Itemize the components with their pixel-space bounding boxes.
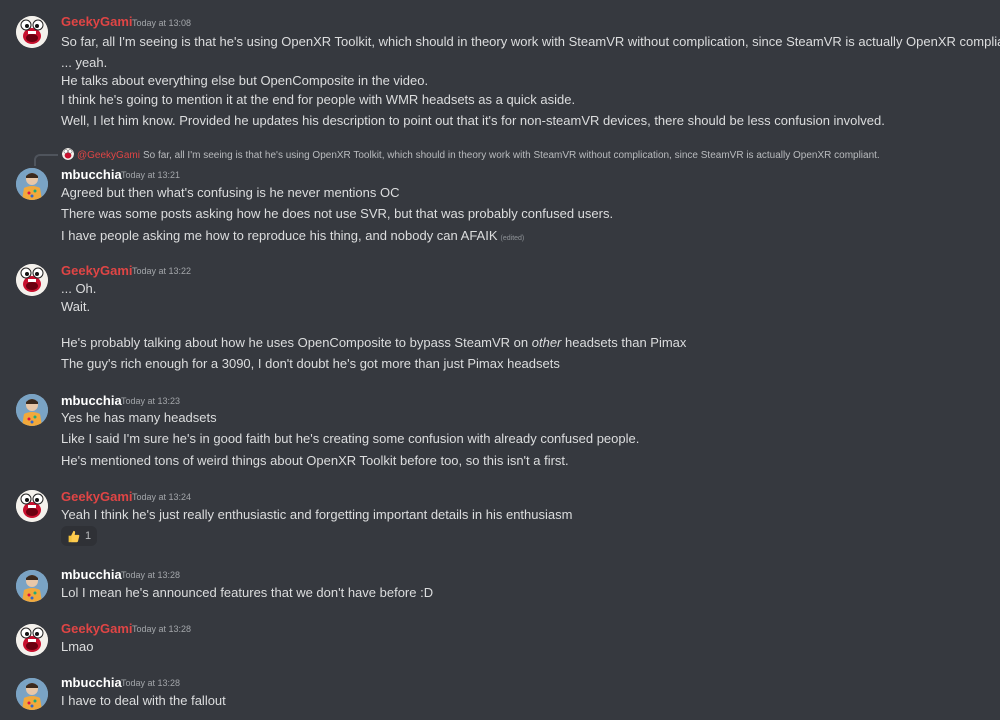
message-text: I think he's going to mention it at the … — [61, 92, 576, 107]
timestamp: Today at 13:28 — [132, 624, 192, 634]
message-group: GeekyGami Today at 13:22 ... Oh. Wait. H… — [0, 248, 1000, 378]
message-group: mbucchia Today at 13:28 Lol I mean he's … — [0, 554, 1000, 608]
message-text: There was some posts asking how he does … — [61, 206, 614, 221]
geekygami-avatar-icon — [16, 264, 48, 296]
geekygami-avatar-icon — [16, 16, 48, 48]
message-text: He's mentioned tons of weird things abou… — [61, 453, 569, 468]
timestamp: Today at 13:28 — [121, 678, 181, 688]
message-group: GeekyGami Today at 13:28 Lmao — [0, 608, 1000, 662]
mbucchia-avatar-icon — [16, 168, 48, 200]
username[interactable]: GeekyGami — [61, 14, 133, 30]
geekygami-avatar-icon — [16, 490, 48, 522]
username[interactable]: mbucchia — [61, 567, 122, 583]
message-text: Yeah I think he's just really enthusiast… — [61, 507, 573, 522]
avatar[interactable] — [16, 490, 48, 522]
mbucchia-avatar-icon — [16, 678, 48, 710]
timestamp: Today at 13:28 — [121, 570, 181, 580]
emphasis-text: other — [531, 335, 562, 350]
mbucchia-avatar-icon — [16, 394, 48, 426]
message-text: Lmao — [61, 639, 94, 654]
message-text: So far, all I'm seeing is that he's usin… — [61, 34, 1000, 49]
message-text: He's probably talking about how he uses … — [61, 335, 686, 351]
message-text: The guy's rich enough for a 3090, I don'… — [61, 356, 560, 371]
message-group: GeekyGami Today at 13:08 So far, all I'm… — [0, 0, 1000, 140]
username[interactable]: mbucchia — [61, 393, 122, 409]
avatar[interactable] — [16, 394, 48, 426]
reaction-count: 1 — [84, 530, 92, 542]
reaction-button[interactable]: 1 — [61, 526, 97, 546]
message-group: mbucchia Today at 13:21 Agreed but then … — [0, 152, 1000, 252]
message-text: Agreed but then what's confusing is he n… — [61, 185, 400, 200]
username[interactable]: GeekyGami — [61, 621, 133, 637]
thumbs-up-icon — [68, 530, 80, 542]
geekygami-avatar-icon — [16, 624, 48, 656]
message-group: mbucchia Today at 13:28 I have to deal w… — [0, 662, 1000, 720]
avatar[interactable] — [16, 264, 48, 296]
message-text: I have to deal with the fallout — [61, 693, 226, 708]
timestamp: Today at 13:22 — [132, 266, 192, 276]
chat-messages: GeekyGami Today at 13:08 So far, all I'm… — [0, 0, 1000, 720]
message-text: I have people asking me how to reproduce… — [61, 228, 524, 247]
avatar[interactable] — [16, 570, 48, 602]
username[interactable]: GeekyGami — [61, 489, 133, 505]
message-text: He talks about everything else but OpenC… — [61, 73, 429, 88]
username[interactable]: mbucchia — [61, 167, 122, 183]
message-text: ... Oh. — [61, 281, 97, 296]
message-group: GeekyGami Today at 13:24 Yeah I think he… — [0, 474, 1000, 554]
message-text: Like I said I'm sure he's in good faith … — [61, 431, 640, 446]
avatar[interactable] — [16, 168, 48, 200]
avatar[interactable] — [16, 624, 48, 656]
timestamp: Today at 13:08 — [132, 18, 192, 28]
username[interactable]: GeekyGami — [61, 263, 133, 279]
message-text: ... yeah. — [61, 55, 108, 70]
message-text-content: headsets than Pimax — [561, 335, 687, 350]
avatar[interactable] — [16, 678, 48, 710]
mbucchia-avatar-icon — [16, 570, 48, 602]
username[interactable]: mbucchia — [61, 675, 122, 691]
message-text: Well, I let him know. Provided he update… — [61, 113, 885, 128]
edited-label: (edited) — [500, 235, 525, 242]
timestamp: Today at 13:21 — [121, 170, 181, 180]
message-text: Yes he has many headsets — [61, 410, 217, 425]
message-text: Wait. — [61, 299, 91, 314]
timestamp: Today at 13:23 — [121, 396, 181, 406]
timestamp: Today at 13:24 — [132, 492, 192, 502]
message-text-content: He's probably talking about how he uses … — [61, 335, 532, 350]
avatar[interactable] — [16, 16, 48, 48]
message-text-content: I have people asking me how to reproduce… — [61, 228, 498, 243]
message-group: mbucchia Today at 13:23 Yes he has many … — [0, 378, 1000, 478]
message-text: Lol I mean he's announced features that … — [61, 585, 434, 600]
